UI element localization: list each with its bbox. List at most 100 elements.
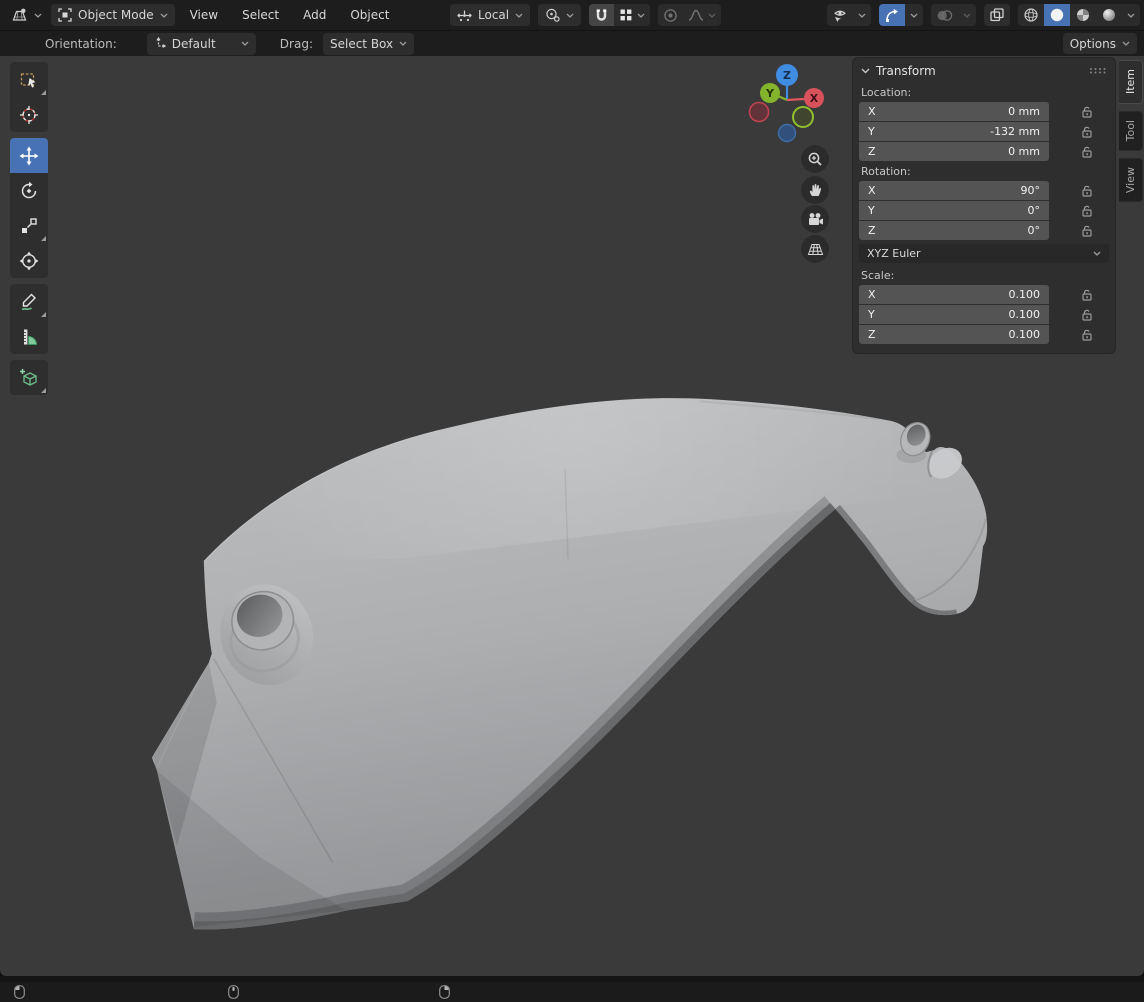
location-z-field[interactable]: Z 0 mm <box>859 142 1049 161</box>
tool-annotate[interactable] <box>10 284 48 319</box>
orientation-value: Local <box>478 8 510 22</box>
options-dropdown[interactable]: Options <box>1062 33 1137 54</box>
location-z-row: Z 0 mm <box>859 142 1115 161</box>
rotation-y-lock-button[interactable] <box>1080 204 1093 217</box>
wireframe-sphere-icon <box>1024 8 1038 22</box>
axis-ball-neg-y[interactable] <box>792 106 814 128</box>
pivot-point-dropdown[interactable] <box>538 4 582 26</box>
shading-material-button[interactable] <box>1070 4 1096 26</box>
snap-toggle[interactable] <box>589 4 615 26</box>
orthographic-toggle-button[interactable] <box>801 235 829 263</box>
chevron-down-icon <box>1093 251 1101 256</box>
editor-type-button[interactable] <box>8 4 45 26</box>
scale-y-row: Y 0.100 <box>859 305 1115 324</box>
rotation-x-lock-button[interactable] <box>1080 184 1093 197</box>
xray-spheres-toggle[interactable] <box>931 4 958 26</box>
tool-add-cube[interactable] <box>10 360 48 395</box>
rotation-x-field[interactable]: X 90° <box>859 181 1049 200</box>
rotate-icon <box>21 181 37 198</box>
toggle-xray-button[interactable] <box>984 4 1010 26</box>
rotation-mode-value: XYZ Euler <box>867 247 921 260</box>
scale-z-lock-button[interactable] <box>1080 328 1093 341</box>
blender-window: Object Mode View Select Add Object Local <box>0 0 1144 1002</box>
left-mouse-hint-icon <box>14 985 25 999</box>
3d-viewport[interactable]: Z Y X Transform Location: X0 mm Y -132 m… <box>0 56 1144 976</box>
shading-wireframe-button[interactable] <box>1018 4 1044 26</box>
drag-orientation-dropdown[interactable]: Default <box>146 32 256 55</box>
menu-select[interactable]: Select <box>233 4 288 26</box>
transform-orientation-dropdown[interactable]: Local <box>450 4 531 26</box>
rotation-y-row: Y 0° <box>859 201 1115 220</box>
menu-view[interactable]: View <box>181 4 227 26</box>
shading-dropdown[interactable] <box>1122 4 1140 26</box>
show-gizmo-toggle[interactable] <box>827 4 853 26</box>
proportional-falloff-dropdown[interactable] <box>683 4 721 26</box>
orientation-default-value: Default <box>171 36 216 51</box>
rotation-x-row: X 90° <box>859 181 1115 200</box>
scale-z-field[interactable]: Z 0.100 <box>859 325 1049 344</box>
transform-panel-header[interactable]: Transform <box>853 58 1115 83</box>
rotation-z-lock-button[interactable] <box>1080 224 1093 237</box>
scale-y-lock-button[interactable] <box>1080 308 1093 321</box>
chevron-down-icon <box>637 13 645 18</box>
tab-tool[interactable]: Tool <box>1119 111 1143 151</box>
location-x-lock-button[interactable] <box>1080 105 1093 118</box>
camera-view-button[interactable] <box>801 205 829 233</box>
rotation-y-field[interactable]: Y 0° <box>859 201 1049 220</box>
zoom-button[interactable] <box>801 145 829 173</box>
axis-ball-neg-z[interactable] <box>777 123 797 143</box>
navigation-gizmo[interactable]: Z Y X <box>742 62 832 152</box>
tool-scale[interactable] <box>10 208 48 243</box>
chevron-down-icon <box>963 13 971 18</box>
tool-transform[interactable] <box>10 243 48 278</box>
tool-rotate[interactable] <box>10 173 48 208</box>
field-value: 0° <box>1027 224 1041 237</box>
axis-label-x: X <box>810 92 819 105</box>
location-x-field[interactable]: X 0 mm <box>859 102 1049 121</box>
two-spheres-icon <box>937 9 953 21</box>
field-value: 90° <box>1020 184 1041 197</box>
gizmo-dropdown[interactable] <box>853 4 871 26</box>
tool-cursor[interactable] <box>10 97 48 132</box>
rotation-z-field[interactable]: Z 0° <box>859 221 1049 240</box>
tool-select-box[interactable] <box>10 62 48 97</box>
menu-object[interactable]: Object <box>341 4 398 26</box>
axis-label-y: Y <box>765 87 775 100</box>
tool-options-corner <box>41 90 46 95</box>
drag-mode-dropdown[interactable]: Select Box <box>322 32 415 55</box>
shading-rendered-button[interactable] <box>1096 4 1122 26</box>
xray-dropdown[interactable] <box>958 4 976 26</box>
show-overlays-toggle[interactable] <box>879 4 905 26</box>
tool-move[interactable] <box>10 138 48 173</box>
snap-to-dropdown[interactable] <box>614 4 650 26</box>
scale-x-field[interactable]: X 0.100 <box>859 285 1049 304</box>
location-y-field[interactable]: Y -132 mm <box>859 122 1049 141</box>
overlays-group <box>879 4 923 26</box>
location-z-lock-button[interactable] <box>1080 145 1093 158</box>
tab-item[interactable]: Item <box>1119 60 1143 104</box>
shading-solid-button[interactable] <box>1044 4 1070 26</box>
mode-dropdown[interactable]: Object Mode <box>51 4 175 26</box>
panel-grip-icon[interactable] <box>1089 67 1107 74</box>
pan-button[interactable] <box>801 176 829 204</box>
mode-label: Object Mode <box>78 8 154 22</box>
scale-x-lock-button[interactable] <box>1080 288 1093 301</box>
chevron-down-icon <box>160 13 168 18</box>
rotation-mode-dropdown[interactable]: XYZ Euler <box>859 244 1109 263</box>
axis-label: Y <box>868 204 875 217</box>
middle-mouse-hint-icon <box>228 985 239 999</box>
tool-options-corner <box>41 236 46 241</box>
overlays-dropdown[interactable] <box>905 4 923 26</box>
tool-measure[interactable] <box>10 319 48 354</box>
hand-icon <box>809 183 822 196</box>
chevron-down-icon <box>858 13 866 18</box>
tab-view[interactable]: View <box>1119 158 1143 202</box>
3d-cursor-icon <box>20 105 38 124</box>
proportional-edit-toggle[interactable] <box>658 4 683 26</box>
scale-y-field[interactable]: Y 0.100 <box>859 305 1049 324</box>
tool-options-corner <box>41 312 46 317</box>
menu-add[interactable]: Add <box>294 4 335 26</box>
location-y-lock-button[interactable] <box>1080 125 1093 138</box>
location-section-label: Location: <box>861 86 912 99</box>
axis-ball-neg-x[interactable] <box>748 101 770 123</box>
